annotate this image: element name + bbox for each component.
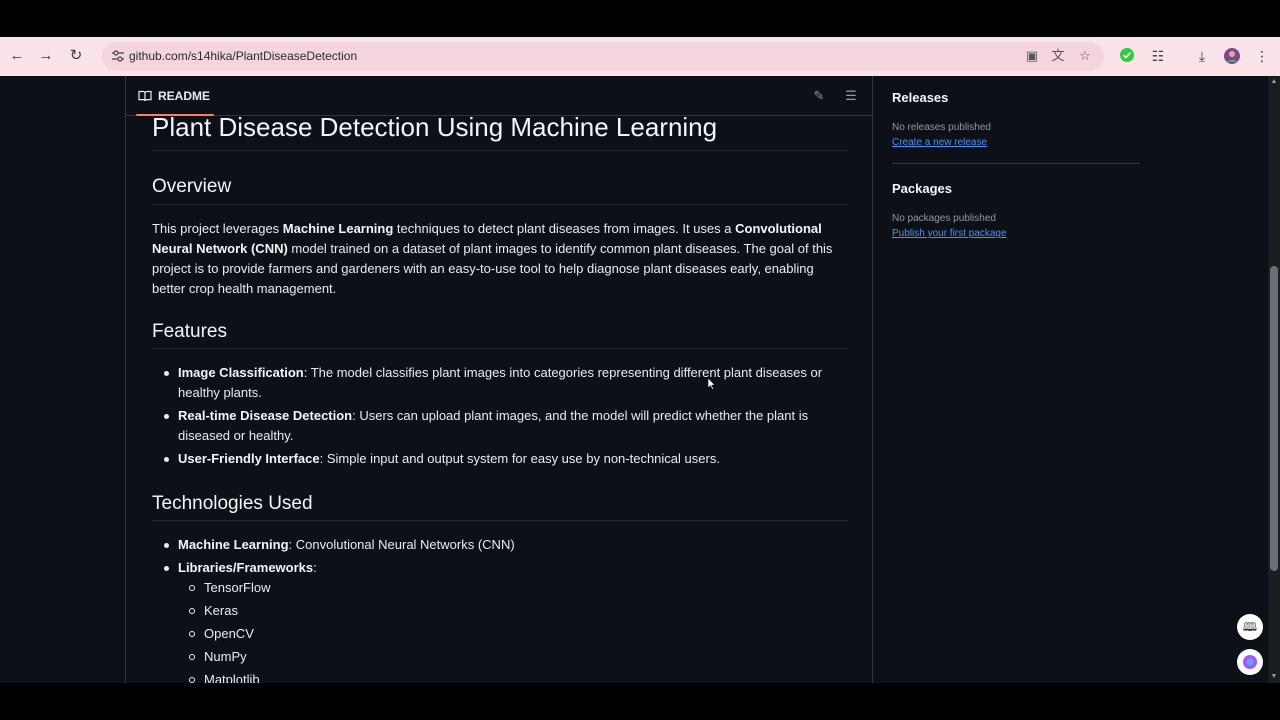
mouse-cursor-icon: [708, 378, 716, 390]
download-icon[interactable]: ⤓: [1193, 47, 1211, 65]
check-circle-icon[interactable]: [1118, 47, 1136, 65]
address-bar[interactable]: github.com/s14hika/PlantDiseaseDetection…: [102, 42, 1104, 71]
list-item: TensorFlow: [189, 578, 848, 598]
book-icon: [138, 90, 152, 102]
list-item: Machine Learning: Convolutional Neural N…: [164, 535, 848, 555]
back-arrow-icon[interactable]: ←: [7, 46, 27, 66]
list-item: Matplotlib: [189, 670, 848, 683]
list-item: Libraries/Frameworks: TensorFlow Keras O…: [164, 558, 848, 683]
github-page: README ✎ ☰ Plant Disease Detection Using…: [0, 76, 1268, 683]
translate-icon[interactable]: 文: [1050, 48, 1066, 64]
list-item: Image Classification: The model classifi…: [164, 363, 848, 403]
releases-heading[interactable]: Releases: [892, 90, 948, 105]
sidebar-divider: [892, 163, 1140, 164]
features-list: Image Classification: The model classifi…: [164, 363, 848, 469]
page-scrollbar[interactable]: ▲ ▼: [1268, 76, 1280, 683]
publish-package-link[interactable]: Publish your first package: [892, 228, 1007, 239]
packages-empty-text: No packages published: [892, 213, 996, 224]
list-item: Keras: [189, 601, 848, 621]
screen-top-bar: [0, 0, 1280, 37]
page-title: Plant Disease Detection Using Machine Le…: [152, 112, 718, 142]
kebab-menu-icon[interactable]: ⋮: [1253, 47, 1271, 65]
screen-bottom-bar: [0, 683, 1280, 720]
features-heading: Features: [152, 321, 227, 342]
technologies-divider: [152, 520, 848, 521]
puzzle-icon[interactable]: ☷: [1149, 47, 1167, 65]
overview-paragraph: This project leverages Machine Learning …: [152, 221, 833, 296]
scroll-up-icon[interactable]: ▲: [1270, 78, 1278, 86]
list-item: Real-time Disease Detection: Users can u…: [164, 406, 848, 446]
scroll-down-icon[interactable]: ▼: [1270, 673, 1278, 681]
scrollbar-thumb[interactable]: [1270, 266, 1278, 571]
overview-heading: Overview: [152, 176, 232, 197]
star-icon[interactable]: ☆: [1077, 48, 1093, 64]
install-app-icon[interactable]: ▣: [1024, 48, 1040, 64]
list-item: NumPy: [189, 647, 848, 667]
list-item: User-Friendly Interface: Simple input an…: [164, 449, 848, 469]
tune-icon[interactable]: [110, 48, 126, 64]
technologies-list: Machine Learning: Convolutional Neural N…: [164, 535, 848, 683]
tab-readme[interactable]: README: [138, 76, 210, 116]
libraries-list: TensorFlow Keras OpenCV NumPy Matplotlib: [189, 578, 848, 683]
readme-header: README ✎ ☰: [126, 76, 872, 116]
title-divider: [152, 150, 848, 151]
features-divider: [152, 348, 848, 349]
avatar[interactable]: [1223, 47, 1241, 65]
readme-tab-label: README: [158, 89, 211, 103]
packages-heading[interactable]: Packages: [892, 181, 952, 196]
readme-panel: README ✎ ☰ Plant Disease Detection Using…: [125, 76, 873, 683]
assistant-icon[interactable]: [1237, 649, 1263, 675]
browser-toolbar: ← → ↻ github.com/s14hika/PlantDiseaseDet…: [0, 37, 1280, 76]
overview-divider: [152, 204, 848, 205]
reader-mode-icon[interactable]: 🕮: [1237, 614, 1263, 640]
releases-empty-text: No releases published: [892, 122, 991, 133]
outline-list-icon[interactable]: ☰: [843, 88, 859, 104]
list-item: OpenCV: [189, 624, 848, 644]
create-release-link[interactable]: Create a new release: [892, 137, 987, 148]
technologies-heading: Technologies Used: [152, 493, 313, 514]
url-text[interactable]: github.com/s14hika/PlantDiseaseDetection: [129, 48, 357, 65]
pencil-icon[interactable]: ✎: [811, 88, 827, 104]
reload-icon[interactable]: ↻: [66, 46, 86, 66]
forward-arrow-icon[interactable]: →: [36, 46, 56, 66]
